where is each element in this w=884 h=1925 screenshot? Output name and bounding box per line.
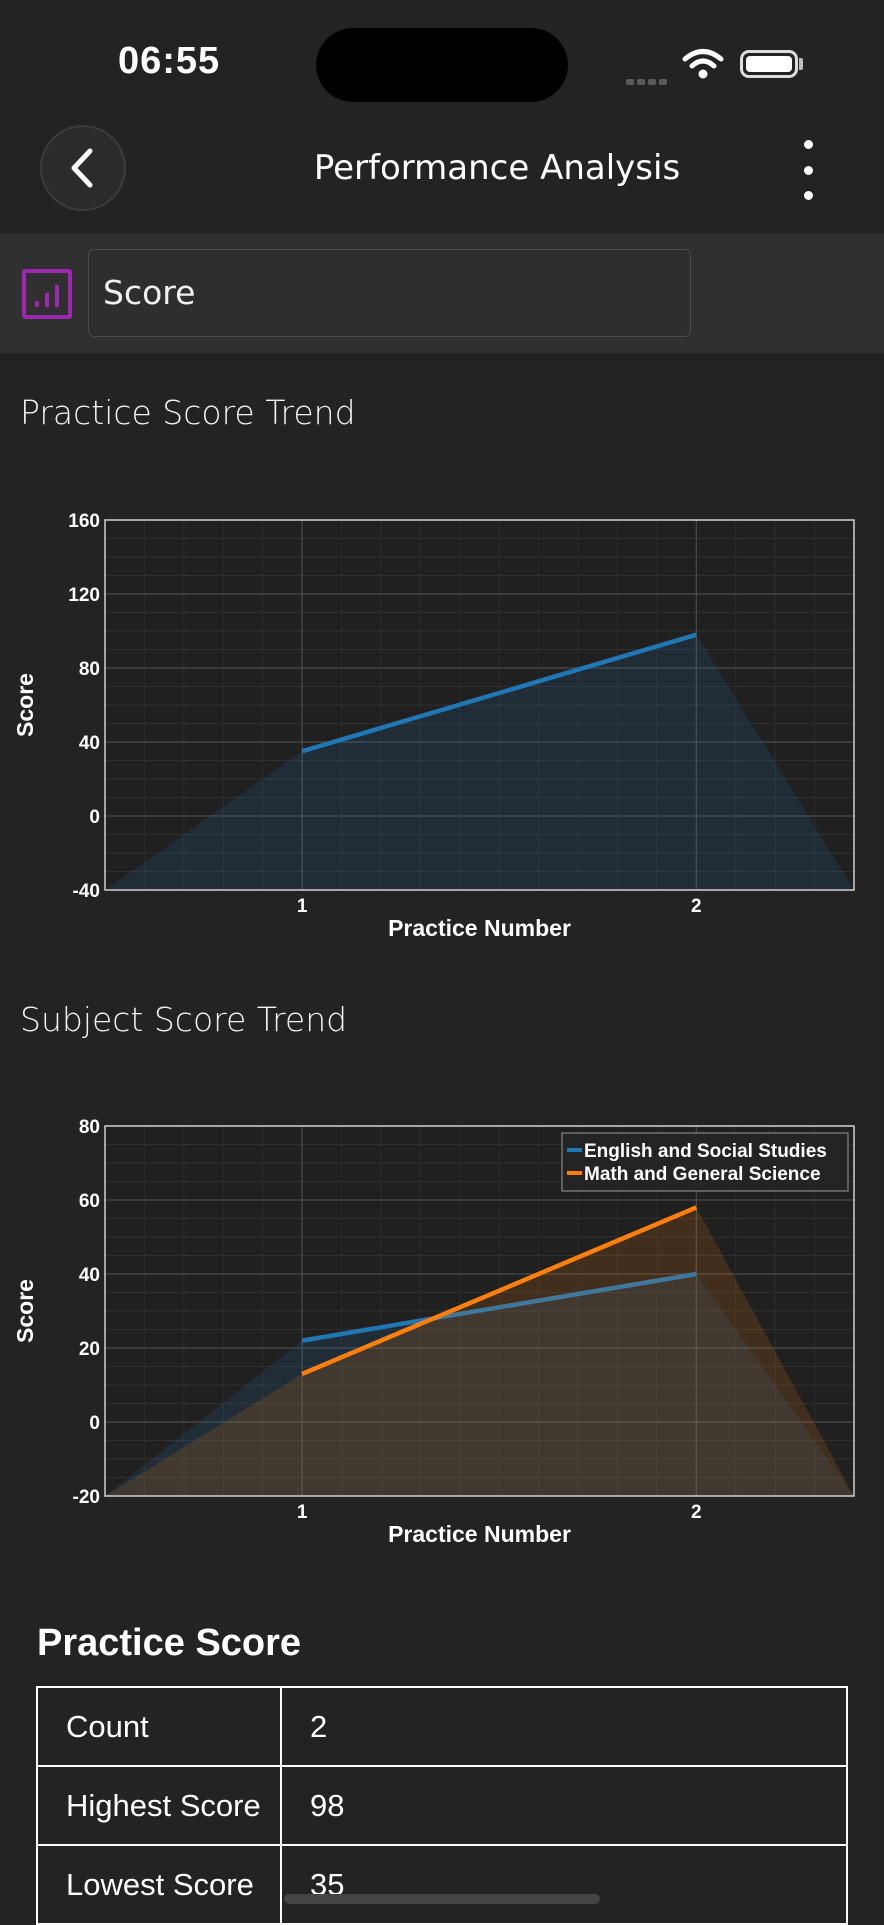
y-axis-label: Score [12, 1279, 38, 1343]
subject-score-chart: -20 0 20 40 60 80 1 2 Practice Number Score Englis… [12, 1117, 855, 1547]
back-button[interactable] [40, 125, 126, 211]
y-tick-label: 40 [79, 733, 100, 754]
nav-bar: Performance Analysis [0, 120, 884, 232]
practice-score-chart: -40 0 40 80 120 160 1 2 Practice Number Score [12, 511, 855, 941]
legend-label: English and Social Studies [584, 1141, 827, 1162]
table-row: Lowest Score 35 [36, 1844, 848, 1925]
wifi-icon [682, 49, 724, 79]
y-axis-label: Score [12, 673, 38, 737]
more-dot-icon [803, 191, 813, 200]
stat-label: Highest Score [36, 1765, 282, 1846]
more-dot-icon [803, 165, 813, 175]
legend-label: Math and General Science [584, 1164, 821, 1185]
y-tick-label: 0 [89, 807, 100, 828]
stat-label: Count [36, 1686, 282, 1767]
practice-trend-title: Practice Score Trend [20, 393, 356, 432]
y-tick-label: 120 [68, 585, 100, 606]
x-tick-label: 2 [691, 1502, 702, 1523]
page-title: Performance Analysis [313, 148, 681, 188]
battery-cap [799, 58, 803, 70]
status-bar: 06:55 [0, 0, 884, 120]
practice-score-title: Practice Score [37, 1622, 302, 1664]
more-dot-icon [803, 140, 813, 149]
table-row: Highest Score 98 [36, 1765, 848, 1846]
table-row: Count 2 [36, 1686, 848, 1767]
stat-value: 35 [280, 1844, 848, 1925]
y-tick-label: 80 [79, 1117, 100, 1138]
y-tick-label: 160 [68, 511, 100, 532]
chevron-left-icon [71, 148, 93, 188]
x-axis-label: Practice Number [388, 915, 571, 941]
bar-chart-icon [22, 269, 72, 319]
battery-icon [740, 50, 798, 78]
stat-label: Lowest Score [36, 1844, 282, 1925]
more-options-button[interactable] [790, 140, 826, 200]
home-indicator[interactable] [284, 1894, 600, 1904]
y-tick-label: 20 [79, 1339, 100, 1360]
stat-value: 98 [280, 1765, 848, 1846]
status-time: 06:55 [118, 40, 221, 82]
cellular-signal-icon [626, 70, 670, 89]
x-tick-label: 1 [297, 896, 308, 917]
dynamic-island [316, 28, 568, 102]
y-tick-label: 60 [79, 1191, 100, 1212]
y-tick-label: -40 [73, 881, 100, 902]
y-tick-label: -20 [73, 1487, 100, 1508]
x-axis-label: Practice Number [388, 1521, 571, 1547]
practice-score-table: Count 2 Highest Score 98 Lowest Score 35 [36, 1686, 848, 1925]
x-tick-label: 1 [297, 1502, 308, 1523]
metric-selector-bar: Score [0, 233, 884, 353]
y-tick-label: 80 [79, 659, 100, 680]
stat-value: 2 [280, 1686, 848, 1767]
y-tick-label: 0 [89, 1413, 100, 1434]
x-tick-label: 2 [691, 896, 702, 917]
y-tick-label: 40 [79, 1265, 100, 1286]
subject-trend-title: Subject Score Trend [20, 1000, 348, 1039]
metric-select[interactable]: Score [88, 249, 691, 337]
